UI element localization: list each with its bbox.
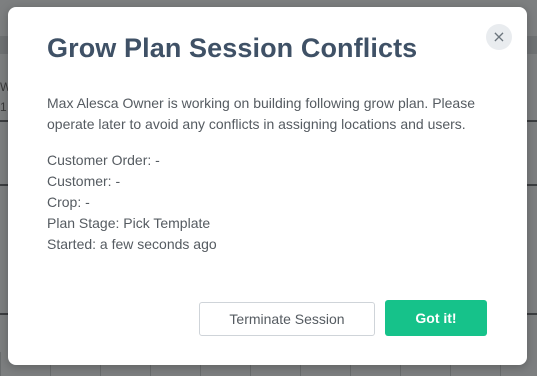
detail-crop: Crop: - <box>47 194 90 210</box>
detail-customer-order: Customer Order: - <box>47 152 160 168</box>
modal-description: Max Alesca Owner is working on building … <box>47 95 475 132</box>
modal-title: Grow Plan Session Conflicts <box>47 33 418 63</box>
detail-customer: Customer: - <box>47 173 121 189</box>
terminate-session-button[interactable]: Terminate Session <box>199 302 375 336</box>
session-details: Customer Order: - Customer: - Crop: - Pl… <box>47 150 217 255</box>
detail-plan-stage: Plan Stage: Pick Template <box>47 215 211 231</box>
background-partial-text: 1 <box>0 100 7 114</box>
close-icon[interactable]: × <box>486 24 512 50</box>
detail-started: Started: a few seconds ago <box>47 236 217 252</box>
got-it-button[interactable]: Got it! <box>385 300 487 336</box>
session-conflict-modal: × Grow Plan Session Conflicts Max Alesca… <box>8 7 527 365</box>
